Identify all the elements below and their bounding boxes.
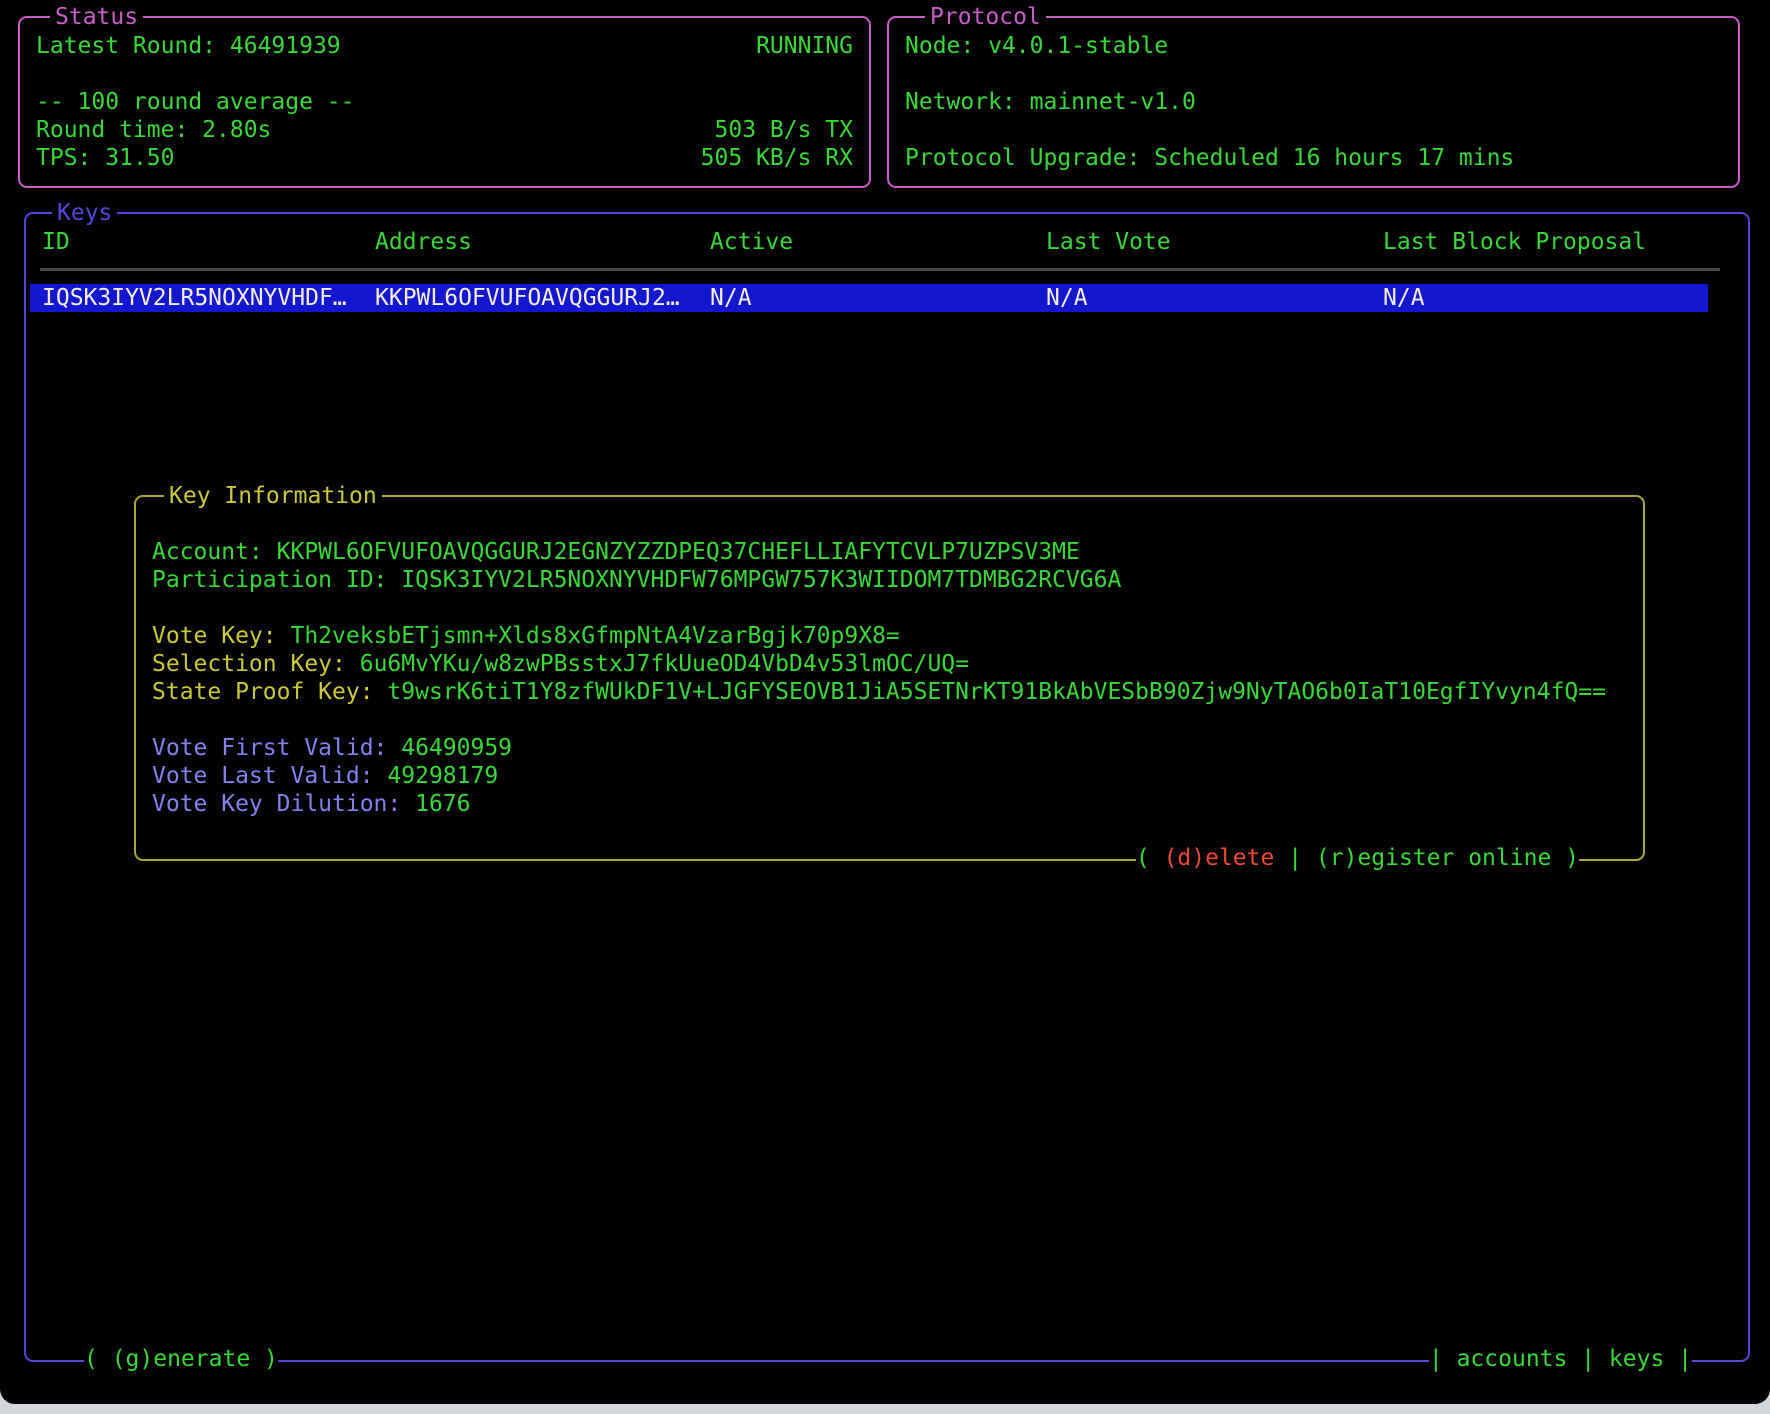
column-header-active: Active (710, 228, 793, 256)
keys-table-header: ID Address Active Last Vote Last Block P… (26, 228, 1748, 256)
latest-round-label: Latest Round: (36, 33, 230, 59)
network-text: Network: mainnet-v1.0 (905, 88, 1722, 116)
protocol-upgrade-text: Protocol Upgrade: Scheduled 16 hours 17 … (905, 144, 1722, 172)
generate-hint[interactable]: ( (g)enerate ) (84, 1345, 278, 1373)
round-time-value: 2.80s (202, 117, 271, 143)
keys-panel: Keys ID Address Active Last Vote Last Bl… (24, 212, 1750, 1362)
column-header-last-vote: Last Vote (1046, 228, 1171, 256)
vote-first-valid-value: 46490959 (401, 735, 512, 761)
account-label: Account: (152, 539, 277, 565)
hint-separator: | (1274, 845, 1316, 871)
keys-panel-title: Keys (52, 199, 117, 227)
delete-hint[interactable]: (d)elete (1164, 845, 1275, 871)
cell-last-vote: N/A (1046, 284, 1088, 312)
column-header-last-block-proposal: Last Block Proposal (1383, 228, 1646, 256)
tx-rate-text: 503 B/s TX (715, 116, 853, 144)
column-header-address: Address (375, 228, 472, 256)
table-row-selected[interactable]: IQSK3IYV2LR5NOXNYVHDF… KKPWL6OFVUFOAVQGG… (30, 284, 1708, 312)
state-proof-key-value: t9wsrK6tiT1Y8zfWUkDF1V+LJGFYSEOVB1JiA5SE… (387, 679, 1606, 705)
selection-key-label: Selection Key: (152, 651, 360, 677)
tps-value: 31.50 (105, 145, 174, 171)
latest-round-value: 46491939 (230, 33, 341, 59)
account-row: Account: KKPWL6OFVUFOAVQGGURJ2EGNZYZZDPE… (152, 538, 1627, 566)
nav-keys-tab[interactable]: keys (1609, 1346, 1664, 1372)
state-proof-key-label: State Proof Key: (152, 679, 387, 705)
selection-key-row: Selection Key: 6u6MvYKu/w8zwPBsstxJ7fkUu… (152, 650, 1627, 678)
participation-id-label: Participation ID: (152, 567, 401, 593)
cell-address: KKPWL6OFVUFOAVQGGURJ2… (375, 284, 680, 312)
key-information-title: Key Information (164, 482, 382, 510)
protocol-panel: Protocol Node: v4.0.1-stable Network: ma… (887, 16, 1740, 188)
protocol-panel-title: Protocol (925, 3, 1046, 31)
vote-key-dilution-value: 1676 (415, 791, 470, 817)
vote-key-dilution-row: Vote Key Dilution: 1676 (152, 790, 1627, 818)
tps-label: TPS: (36, 145, 105, 171)
status-panel: Status Latest Round: 46491939 RUNNING --… (18, 16, 871, 188)
cell-participation-id: IQSK3IYV2LR5NOXNYVHDF… (42, 284, 347, 312)
selection-key-value: 6u6MvYKu/w8zwPBsstxJ7fkUueOD4VbD4v53lmOC… (360, 651, 969, 677)
node-state-badge: RUNNING (756, 32, 853, 60)
hint-open-paren: ( (1136, 845, 1164, 871)
vote-key-label: Vote Key: (152, 623, 290, 649)
nav-close-pipe: | (1664, 1346, 1692, 1372)
nav-accounts-tab[interactable]: accounts (1457, 1346, 1568, 1372)
vote-key-row: Vote Key: Th2veksbETjsmn+Xlds8xGfmpNtA4V… (152, 622, 1627, 650)
state-proof-key-row: State Proof Key: t9wsrK6tiT1Y8zfWUkDF1V+… (152, 678, 1627, 706)
node-version-label: Node: (905, 33, 988, 59)
vote-last-valid-label: Vote Last Valid: (152, 763, 387, 789)
participation-id-value: IQSK3IYV2LR5NOXNYVHDFW76MPGW757K3WIIDOM7… (401, 567, 1121, 593)
vote-last-valid-row: Vote Last Valid: 49298179 (152, 762, 1627, 790)
round-time-label: Round time: (36, 117, 202, 143)
round-time-text: Round time: 2.80s (36, 116, 271, 144)
table-header-separator (40, 268, 1720, 271)
status-panel-title: Status (50, 3, 143, 31)
vote-first-valid-row: Vote First Valid: 46490959 (152, 734, 1627, 762)
column-header-id: ID (42, 228, 70, 256)
protocol-upgrade-value: Scheduled 16 hours 17 mins (1154, 145, 1514, 171)
node-version-value: v4.0.1-stable (988, 33, 1168, 59)
round-average-header: -- 100 round average -- (36, 88, 355, 116)
nav-separator-pipe: | (1567, 1346, 1609, 1372)
register-online-hint[interactable]: (r)egister online ) (1316, 845, 1579, 871)
key-actions-hint: ( (d)elete | (r)egister online ) (1136, 844, 1579, 872)
account-value: KKPWL6OFVUFOAVQGGURJ2EGNZYZZDPEQ37CHEFLL… (277, 539, 1080, 565)
vote-first-valid-label: Vote First Valid: (152, 735, 401, 761)
vote-key-dilution-label: Vote Key Dilution: (152, 791, 415, 817)
protocol-upgrade-label: Protocol Upgrade: (905, 145, 1154, 171)
nav-tabs: | accounts | keys | (1429, 1345, 1692, 1373)
nav-open-pipe: | (1429, 1346, 1457, 1372)
network-label: Network: (905, 89, 1030, 115)
latest-round-text: Latest Round: 46491939 (36, 32, 341, 60)
participation-id-row: Participation ID: IQSK3IYV2LR5NOXNYVHDFW… (152, 566, 1627, 594)
cell-last-block-proposal: N/A (1383, 284, 1425, 312)
vote-key-value: Th2veksbETjsmn+Xlds8xGfmpNtA4VzarBgjk70p… (290, 623, 899, 649)
node-version-text: Node: v4.0.1-stable (905, 32, 1722, 60)
cell-active: N/A (710, 284, 752, 312)
rx-rate-text: 505 KB/s RX (701, 144, 853, 172)
terminal-window: Status Latest Round: 46491939 RUNNING --… (0, 0, 1770, 1404)
tps-text: TPS: 31.50 (36, 144, 175, 172)
network-value: mainnet-v1.0 (1030, 89, 1196, 115)
vote-last-valid-value: 49298179 (387, 763, 498, 789)
key-information-panel: Key Information Account: KKPWL6OFVUFOAVQ… (134, 495, 1645, 861)
